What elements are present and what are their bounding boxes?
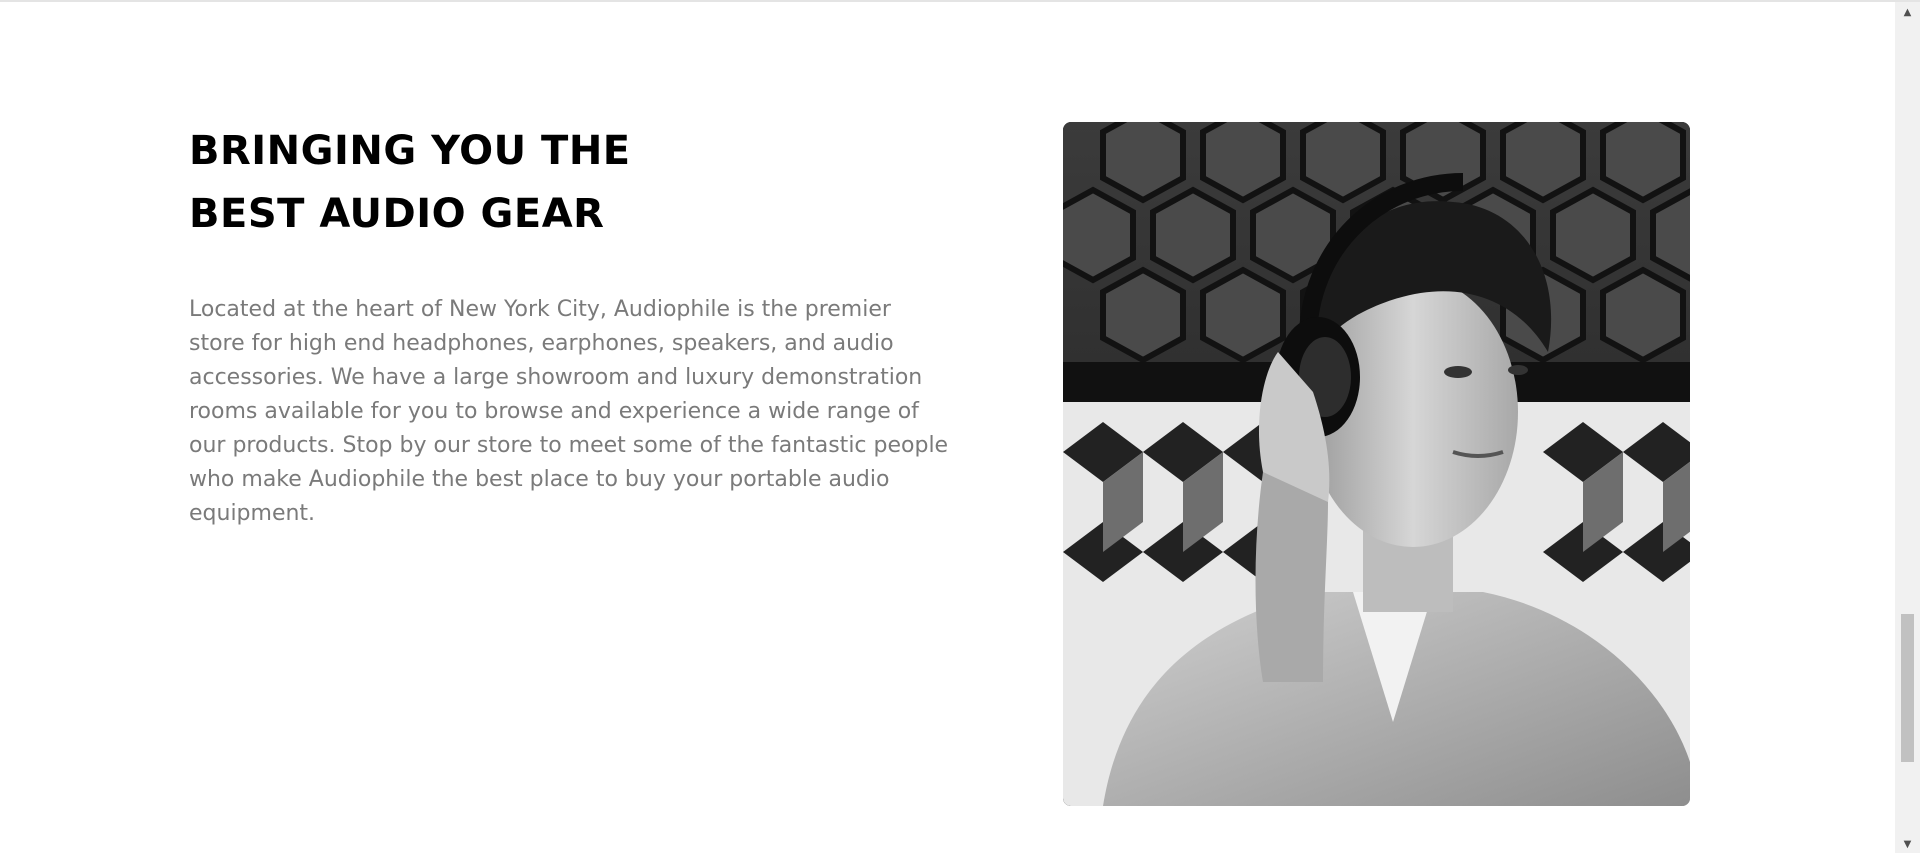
vertical-scrollbar[interactable]: ▲ ▼: [1895, 2, 1920, 853]
about-description: Located at the heart of New York City, A…: [189, 297, 949, 526]
scroll-up-arrow[interactable]: ▲: [1895, 4, 1920, 21]
chevron-down-icon: ▼: [1903, 839, 1912, 850]
browser-viewport: BRINGING YOU THE BEST AUDIO GEAR Located…: [0, 0, 1920, 853]
about-heading: BRINGING YOU THE BEST AUDIO GEAR: [189, 120, 959, 246]
man-with-headphones-image: [1063, 122, 1690, 806]
about-section: BRINGING YOU THE BEST AUDIO GEAR Located…: [189, 120, 1691, 807]
page-content: BRINGING YOU THE BEST AUDIO GEAR Located…: [0, 2, 1895, 853]
about-heading-line-1: BRINGING YOU THE: [189, 128, 631, 174]
chevron-up-icon: ▲: [1903, 7, 1912, 18]
about-photo: [1063, 122, 1690, 806]
about-heading-line-2: BEST AUDIO GEAR: [189, 191, 605, 237]
about-text-block: BRINGING YOU THE BEST AUDIO GEAR Located…: [189, 120, 959, 531]
scroll-down-arrow[interactable]: ▼: [1895, 836, 1920, 853]
scroll-thumb[interactable]: [1901, 614, 1914, 762]
